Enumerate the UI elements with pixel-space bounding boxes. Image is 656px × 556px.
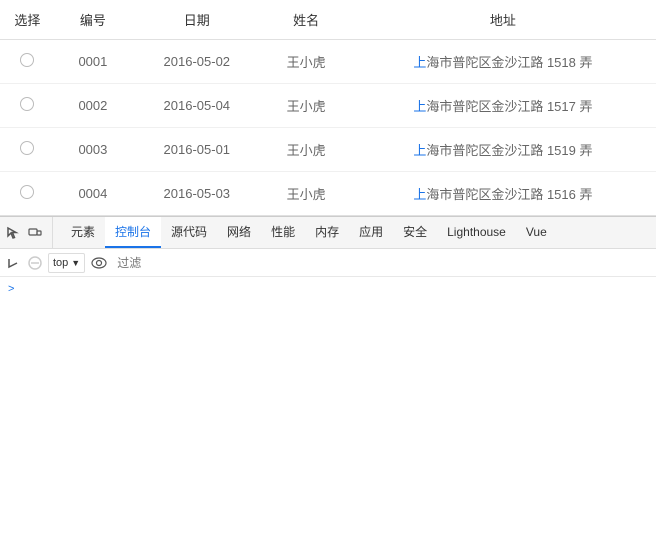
context-arrow: ▼ [71,258,80,268]
address-remaining: 海市普陀区金沙江路 1516 弄 [426,187,592,202]
id-cell: 0001 [55,40,132,84]
address-link-char[interactable]: 上 [413,99,426,114]
address-text: 上海市普陀区金沙江路 1519 弄 [413,143,592,158]
tab-网络[interactable]: 网络 [217,217,261,248]
devtools-icon-group [4,217,53,248]
tab-控制台[interactable]: 控制台 [105,217,161,248]
date-cell: 2016-05-02 [131,40,262,84]
tab-源代码[interactable]: 源代码 [161,217,217,248]
date-cell: 2016-05-01 [131,128,262,172]
address-cell: 上海市普陀区金沙江路 1518 弄 [350,40,656,84]
address-link-char[interactable]: 上 [413,187,426,202]
radio-button[interactable] [20,97,34,111]
address-remaining: 海市普陀区金沙江路 1519 弄 [426,143,592,158]
header-name: 姓名 [262,0,349,40]
console-chevron[interactable]: > [8,283,14,295]
date-cell: 2016-05-03 [131,172,262,216]
clear-icon[interactable] [26,254,44,272]
table-area: 选择 编号 日期 姓名 地址 0001 2016-05-02 王小虎 上海市普陀… [0,0,656,216]
table-row: 0004 2016-05-03 王小虎 上海市普陀区金沙江路 1516 弄 [0,172,656,216]
console-toolbar: top ▼ [0,249,656,277]
devtools-panel: 元素控制台源代码网络性能内存应用安全LighthouseVue top ▼ [0,216,656,437]
address-link-char[interactable]: 上 [413,143,426,158]
radio-button[interactable] [20,53,34,67]
id-cell: 0004 [55,172,132,216]
date-cell: 2016-05-04 [131,84,262,128]
header-address: 地址 [350,0,656,40]
id-cell: 0003 [55,128,132,172]
table-row: 0003 2016-05-01 王小虎 上海市普陀区金沙江路 1519 弄 [0,128,656,172]
table-row: 0002 2016-05-04 王小虎 上海市普陀区金沙江路 1517 弄 [0,84,656,128]
tab-性能[interactable]: 性能 [261,217,305,248]
header-date: 日期 [131,0,262,40]
name-cell: 王小虎 [262,84,349,128]
radio-cell[interactable] [0,172,55,216]
devtools-tab-bar: 元素控制台源代码网络性能内存应用安全LighthouseVue [0,217,656,249]
tab-vue[interactable]: Vue [516,217,557,248]
header-select: 选择 [0,0,55,40]
name-cell: 王小虎 [262,172,349,216]
tab-元素[interactable]: 元素 [61,217,105,248]
device-toggle-icon[interactable] [26,224,44,242]
tab-应用[interactable]: 应用 [349,217,393,248]
address-cell: 上海市普陀区金沙江路 1516 弄 [350,172,656,216]
address-text: 上海市普陀区金沙江路 1516 弄 [413,187,592,202]
address-remaining: 海市普陀区金沙江路 1517 弄 [426,99,592,114]
devtools-tabs-list: 元素控制台源代码网络性能内存应用安全LighthouseVue [61,217,557,248]
tab-内存[interactable]: 内存 [305,217,349,248]
radio-cell[interactable] [0,40,55,84]
radio-button[interactable] [20,185,34,199]
radio-button[interactable] [20,141,34,155]
eye-icon[interactable] [89,253,109,273]
filter-input[interactable] [113,256,652,270]
address-cell: 上海市普陀区金沙江路 1517 弄 [350,84,656,128]
inspect-element-icon[interactable] [4,224,22,242]
context-value: top [53,257,68,269]
context-selector[interactable]: top ▼ [48,253,85,273]
tab-安全[interactable]: 安全 [393,217,437,248]
header-id: 编号 [55,0,132,40]
tab-lighthouse[interactable]: Lighthouse [437,217,516,248]
radio-cell[interactable] [0,128,55,172]
name-cell: 王小虎 [262,40,349,84]
name-cell: 王小虎 [262,128,349,172]
console-content: > [0,277,656,437]
id-cell: 0002 [55,84,132,128]
address-link-char[interactable]: 上 [413,55,426,70]
run-icon[interactable] [4,254,22,272]
address-text: 上海市普陀区金沙江路 1517 弄 [413,99,592,114]
data-table: 选择 编号 日期 姓名 地址 0001 2016-05-02 王小虎 上海市普陀… [0,0,656,215]
radio-cell[interactable] [0,84,55,128]
address-remaining: 海市普陀区金沙江路 1518 弄 [426,55,592,70]
address-cell: 上海市普陀区金沙江路 1519 弄 [350,128,656,172]
table-row: 0001 2016-05-02 王小虎 上海市普陀区金沙江路 1518 弄 [0,40,656,84]
address-text: 上海市普陀区金沙江路 1518 弄 [413,55,592,70]
